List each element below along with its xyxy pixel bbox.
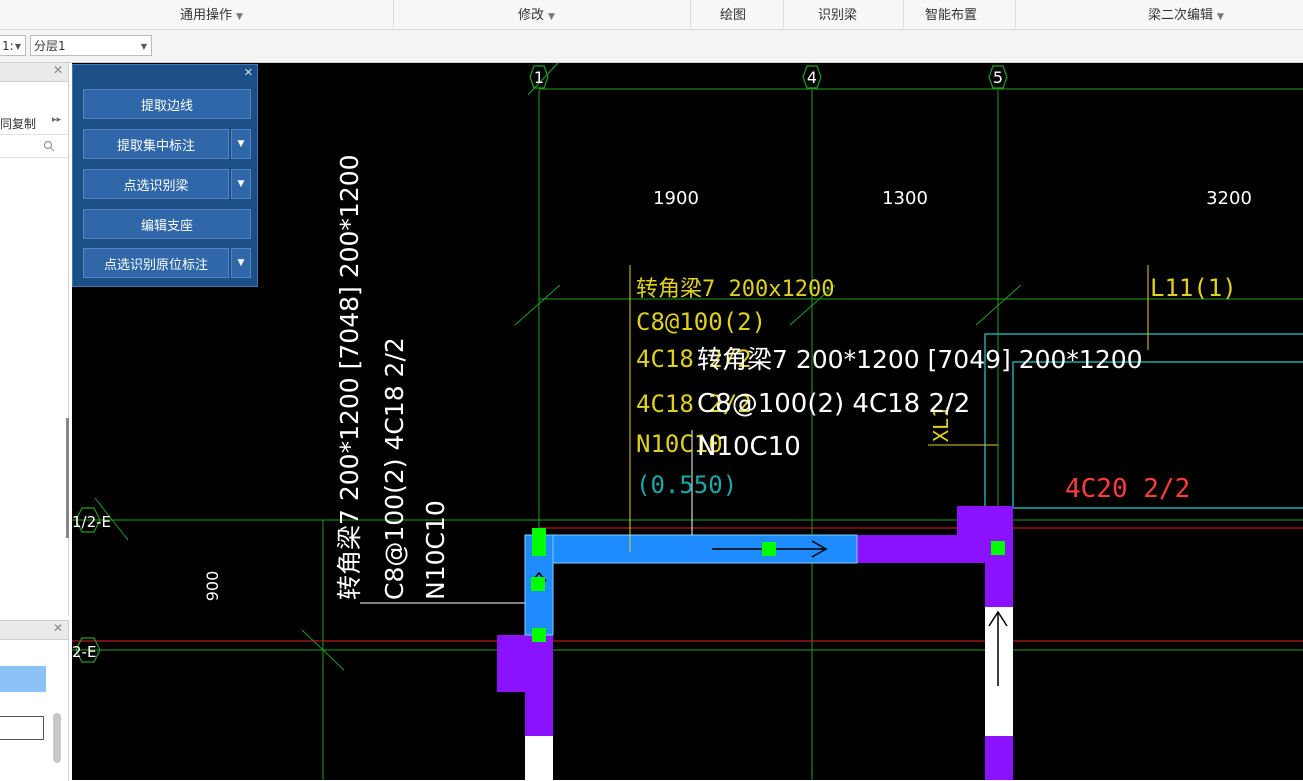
layer-combo[interactable]: 分层1 ▼ <box>30 35 152 56</box>
pick-identify-inplace-button[interactable]: 点选识别原位标注 <box>83 248 229 278</box>
axis-label: 5 <box>993 68 1003 87</box>
ribbon-modify[interactable]: 修改 ▼ <box>518 4 555 23</box>
dim-text: 1300 <box>882 188 928 209</box>
search-row[interactable] <box>0 135 68 158</box>
selected-beam[interactable] <box>524 534 858 636</box>
more-icon[interactable]: ▸▸ <box>52 115 61 125</box>
panel-header: ✕ <box>0 63 68 82</box>
beam-label-line: 转角梁7 200*1200 [7048] 200*1200 <box>335 154 364 600</box>
close-icon[interactable]: ✕ <box>53 63 63 77</box>
axis-label: 4 <box>807 68 817 87</box>
search-icon[interactable] <box>43 140 55 152</box>
red-annotation: 4C20 2/2 <box>1065 474 1190 504</box>
column-direction-arrow <box>531 571 1008 686</box>
scrollbar-thumb[interactable] <box>53 713 61 763</box>
row-axis-label: 1/2-E <box>72 513 111 531</box>
axis-labels: 1 4 5 <box>534 68 1003 87</box>
ribbon-identify-beam[interactable]: 识别梁 <box>818 4 857 23</box>
beam-label-vertical: 转角梁7 200*1200 [7048] 200*1200 C8@100(2) … <box>335 154 450 600</box>
ribbon-general-ops[interactable]: 通用操作 ▼ <box>180 4 243 23</box>
ribbon-beam-secondary-edit[interactable]: 梁二次编辑 ▼ <box>1148 4 1224 23</box>
floor-combo[interactable]: 1: ▼ <box>0 35 26 56</box>
splitter-handle[interactable] <box>66 418 69 538</box>
cyan-annotation: (0.550) <box>636 471 737 499</box>
walls <box>525 607 1013 780</box>
ribbon-divider <box>690 0 691 28</box>
chevron-down-icon: ▼ <box>140 42 147 51</box>
list-item[interactable] <box>0 716 44 740</box>
chevron-down-icon: ▼ <box>548 12 555 22</box>
ribbon-smart-layout[interactable]: 智能布置 <box>925 4 977 23</box>
beam-label-line: N10C10 <box>697 432 801 462</box>
chevron-down-icon[interactable]: ▼ <box>231 248 251 278</box>
l11-label: L11(1) <box>1150 274 1237 302</box>
ribbon: 通用操作 ▼ 修改 ▼ 绘图 识别梁 智能布置 梁二次编辑 ▼ <box>0 0 1303 30</box>
chevron-down-icon[interactable]: ▼ <box>231 169 251 199</box>
row-axis-label: 2-E <box>72 643 96 661</box>
beam-label-horizontal: 转角梁7 200*1200 [7049] 200*1200 C8@100(2) … <box>697 345 1143 462</box>
left-panel-top: ✕ 同复制 ▸▸ <box>0 63 69 615</box>
ribbon-draw[interactable]: 绘图 <box>720 4 746 23</box>
row-axis-labels: 1/2-E 2-E <box>72 513 111 661</box>
close-icon[interactable]: ✕ <box>244 66 253 79</box>
ribbon-divider <box>783 0 784 28</box>
yellow-annot-line: 转角梁7 200x1200 <box>636 277 834 302</box>
dim-text: 1900 <box>653 188 699 209</box>
yellow-annot-line: C8@100(2) <box>636 308 766 336</box>
panel-header: ✕ <box>0 621 68 640</box>
ribbon-divider <box>903 0 904 28</box>
toolbar-row: 1: ▼ 分层1 ▼ <box>0 30 1303 63</box>
edit-support-button[interactable]: 编辑支座 <box>83 209 251 239</box>
chevron-down-icon: ▼ <box>14 42 21 51</box>
extract-centralized-button[interactable]: 提取集中标注 <box>83 129 229 159</box>
beam-label-line: 转角梁7 200*1200 [7049] 200*1200 <box>697 345 1143 374</box>
axis-label: 1 <box>534 68 544 87</box>
chevron-down-icon: ▼ <box>1217 12 1224 22</box>
dim-text: 3200 <box>1206 188 1252 209</box>
ribbon-divider <box>1015 0 1016 28</box>
dim-text-vertical: 900 <box>203 571 222 602</box>
left-panel-bottom: ✕ <box>0 620 69 781</box>
chevron-down-icon: ▼ <box>236 12 243 22</box>
copy-button[interactable]: 同复制 <box>0 115 36 132</box>
copy-row: 同复制 ▸▸ <box>0 110 68 135</box>
beam-label-line: N10C10 <box>421 500 450 600</box>
beam-label-line: C8@100(2) 4C18 2/2 <box>380 337 409 600</box>
pick-identify-beam-button[interactable]: 点选识别梁 <box>83 169 229 199</box>
identify-tool-panel: ✕ 提取边线 提取集中标注 ▼ 点选识别梁 ▼ 编辑支座 点选识别原位标注 ▼ <box>72 64 258 287</box>
extract-edge-button[interactable]: 提取边线 <box>83 89 251 119</box>
chevron-down-icon[interactable]: ▼ <box>231 129 251 159</box>
dimensions: 1900 1300 3200 <box>653 188 1252 209</box>
selected-row[interactable] <box>0 666 46 692</box>
close-icon[interactable]: ✕ <box>53 621 63 635</box>
beam-label-line: C8@100(2) 4C18 2/2 <box>697 389 970 419</box>
ribbon-divider <box>393 0 394 28</box>
